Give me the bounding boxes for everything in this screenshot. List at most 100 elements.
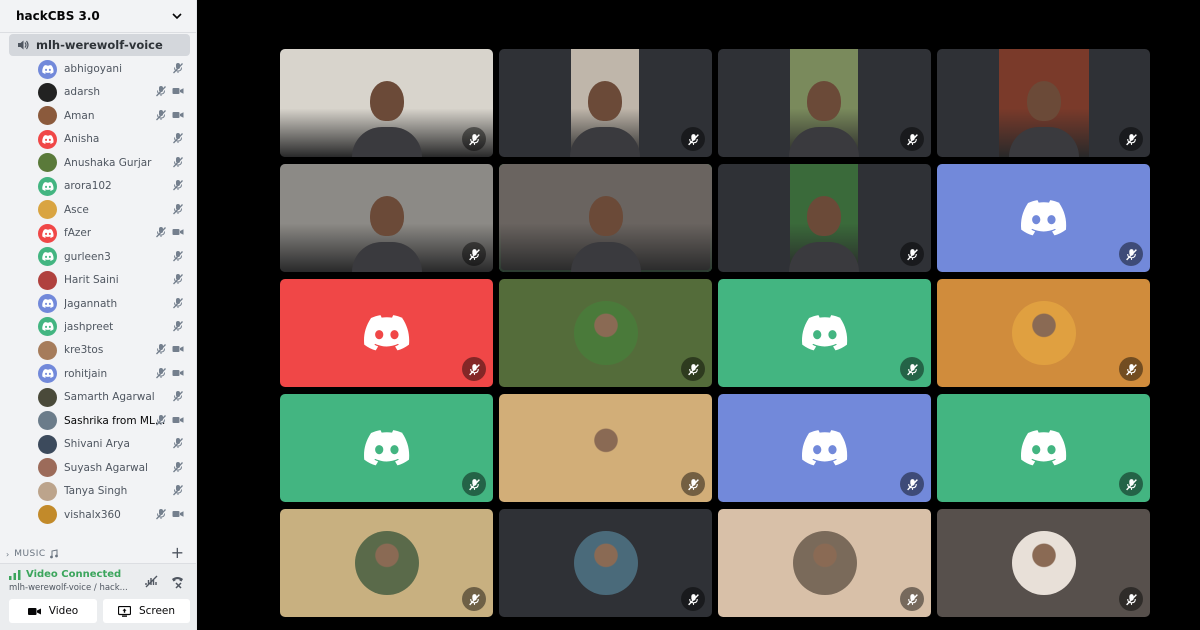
voice-channel-item[interactable]: mlh-werewolf-voice: [9, 34, 190, 56]
server-header[interactable]: hackCBS 3.0: [0, 0, 196, 33]
voice-member-item[interactable]: Shivani Arya: [38, 433, 188, 455]
voice-member-item[interactable]: rohitjain: [38, 363, 188, 385]
participant-video-tile[interactable]: [937, 394, 1150, 502]
member-status-icons: [155, 508, 184, 520]
muted-mic-icon: [906, 363, 918, 375]
participant-avatar: [792, 531, 857, 595]
mute-indicator: [1119, 357, 1143, 381]
muted-mic-icon: [906, 133, 918, 145]
participant-avatar: [1011, 301, 1076, 365]
person-silhouette: [588, 81, 622, 121]
participant-video-tile[interactable]: [499, 164, 712, 272]
voice-member-item[interactable]: Aman: [38, 105, 188, 127]
camera-feed: [789, 164, 859, 272]
member-name: Aman: [64, 109, 95, 122]
video-button[interactable]: Video: [9, 599, 97, 623]
participant-video-tile[interactable]: [718, 279, 931, 387]
voice-member-item[interactable]: Anushaka Gurjar: [38, 152, 188, 174]
voice-member-item[interactable]: kre3tos: [38, 339, 188, 361]
participant-video-tile[interactable]: [280, 279, 493, 387]
muted-mic-icon: [468, 363, 480, 375]
voice-member-item[interactable]: arora102: [38, 175, 188, 197]
voice-member-item[interactable]: fAzer: [38, 222, 188, 244]
participant-video-tile[interactable]: [280, 509, 493, 617]
muted-mic-icon: [1125, 593, 1137, 605]
voice-member-item[interactable]: Jagannath: [38, 293, 188, 315]
muted-mic-icon: [468, 248, 480, 260]
participant-video-tile[interactable]: [937, 49, 1150, 157]
participant-avatar: [573, 416, 638, 480]
add-channel-icon[interactable]: +: [171, 545, 184, 561]
noise-suppression-icon[interactable]: [144, 574, 159, 589]
participant-video-tile[interactable]: [280, 394, 493, 502]
member-status-icons: [155, 85, 184, 97]
member-status-icons: [172, 320, 184, 332]
disconnect-icon[interactable]: [170, 574, 185, 589]
participant-video-tile[interactable]: [718, 49, 931, 157]
voice-member-item[interactable]: gurleen3: [38, 246, 188, 268]
signal-icon[interactable]: [9, 569, 21, 580]
voice-member-item[interactable]: Sashrika from MLH ...: [38, 410, 188, 432]
channel-sidebar: hackCBS 3.0 mlh-werewolf-voice abhigoyan…: [0, 0, 197, 630]
discord-logo-icon: [41, 369, 54, 379]
voice-member-item[interactable]: vishalx360: [38, 504, 188, 526]
member-name: Anisha: [64, 133, 100, 146]
member-status-icons: [172, 390, 184, 402]
video-camera-icon: [172, 111, 184, 118]
screen-share-button[interactable]: Screen: [103, 599, 190, 623]
member-name: jashpreet: [64, 320, 114, 333]
video-camera-icon: [172, 510, 184, 517]
mute-indicator: [1119, 127, 1143, 151]
video-camera-icon: [172, 416, 184, 423]
camera-feed: [280, 49, 493, 157]
member-name: Harit Saini: [64, 274, 119, 287]
muted-mic-icon: [173, 297, 183, 308]
voice-member-item[interactable]: abhigoyani: [38, 58, 188, 80]
participant-video-tile[interactable]: [499, 509, 712, 617]
discord-logo-icon: [41, 64, 54, 74]
voice-member-item[interactable]: jashpreet: [38, 316, 188, 338]
participant-video-tile[interactable]: [499, 279, 712, 387]
music-category-label: MUSIC: [14, 549, 46, 559]
avatar: [38, 434, 57, 454]
voice-member-item[interactable]: Asce: [38, 199, 188, 221]
person-silhouette: [807, 81, 841, 121]
mute-indicator: [1119, 472, 1143, 496]
member-name: Suyash Agarwal: [64, 461, 148, 474]
person-silhouette: [588, 196, 623, 236]
muted-mic-icon: [173, 391, 183, 402]
member-status-icons: [172, 484, 184, 496]
person-body: [351, 242, 422, 272]
voice-member-item[interactable]: Tanya Singh: [38, 480, 188, 502]
voice-member-item[interactable]: Suyash Agarwal: [38, 457, 188, 479]
participant-video-tile[interactable]: [499, 394, 712, 502]
discord-app: hackCBS 3.0 mlh-werewolf-voice abhigoyan…: [0, 0, 1200, 630]
discord-logo-icon: [363, 315, 409, 351]
voice-member-item[interactable]: Harit Saini: [38, 269, 188, 291]
voice-member-item[interactable]: adarsh: [38, 81, 188, 103]
mute-indicator: [462, 242, 486, 266]
participant-video-tile[interactable]: [499, 49, 712, 157]
avatar: [38, 317, 57, 337]
voice-channel-name: mlh-werewolf-voice: [36, 38, 163, 52]
music-category[interactable]: › MUSIC +: [6, 545, 184, 563]
channel-path[interactable]: mlh-werewolf-voice / hack...: [9, 583, 134, 593]
participant-video-tile[interactable]: [280, 49, 493, 157]
muted-mic-icon: [1125, 363, 1137, 375]
member-name: vishalx360: [64, 508, 121, 521]
participant-video-tile[interactable]: [937, 164, 1150, 272]
participant-video-tile[interactable]: [718, 164, 931, 272]
muted-mic-icon: [173, 133, 183, 144]
participant-video-tile[interactable]: [937, 509, 1150, 617]
mute-indicator: [462, 587, 486, 611]
voice-member-item[interactable]: Samarth Agarwal: [38, 386, 188, 408]
participant-video-tile[interactable]: [280, 164, 493, 272]
participant-video-tile[interactable]: [718, 509, 931, 617]
participant-video-tile[interactable]: [718, 394, 931, 502]
muted-mic-icon: [173, 180, 183, 191]
voice-member-item[interactable]: Anisha: [38, 128, 188, 150]
participant-video-tile[interactable]: [937, 279, 1150, 387]
muted-mic-icon: [173, 485, 183, 496]
mute-indicator: [681, 472, 705, 496]
muted-mic-icon: [906, 248, 918, 260]
